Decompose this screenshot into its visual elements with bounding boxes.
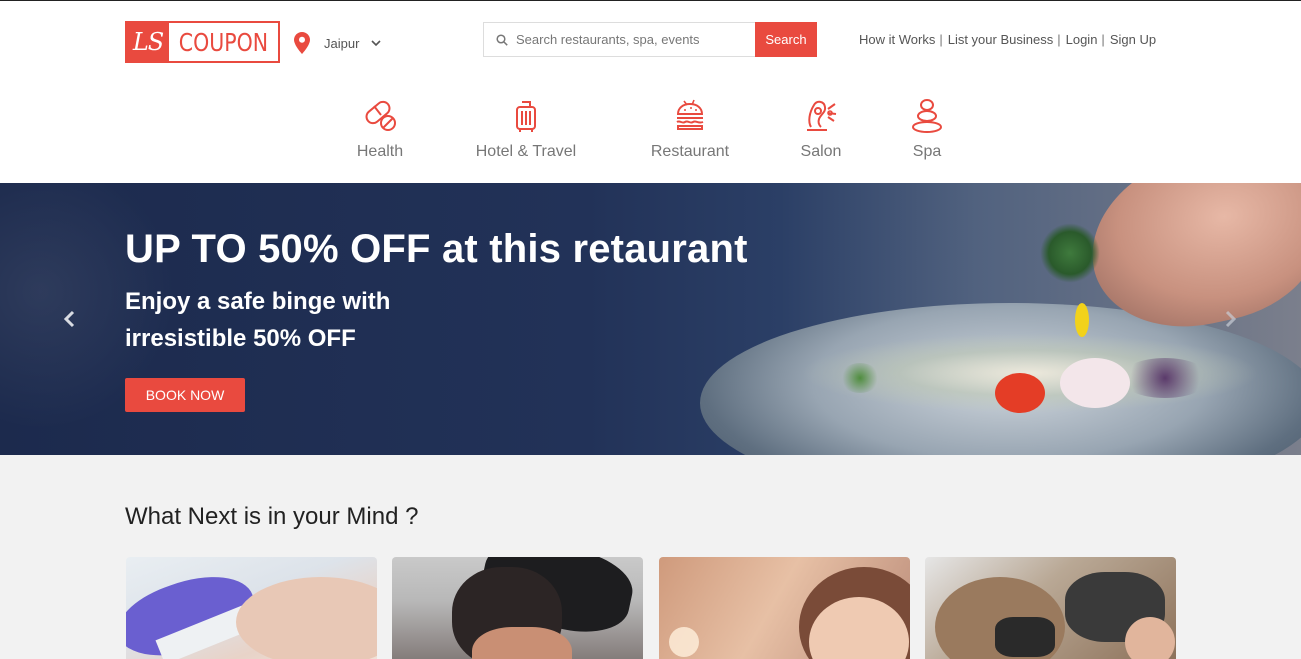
burger-icon bbox=[676, 99, 704, 130]
search-icon bbox=[496, 33, 508, 46]
header: LS COUPON Jaipur Search How it Works | Li… bbox=[0, 1, 1301, 81]
waxing-treatment-image bbox=[126, 557, 377, 659]
card-waxing[interactable] bbox=[126, 557, 377, 659]
food-garnish bbox=[995, 373, 1045, 413]
logo-mark: LS bbox=[127, 23, 170, 61]
location-city: Jaipur bbox=[324, 35, 360, 51]
nav-separator: | bbox=[939, 32, 943, 47]
logo[interactable]: LS COUPON bbox=[125, 21, 280, 63]
search-bar: Search bbox=[483, 22, 817, 57]
nav-list-business[interactable]: List your Business bbox=[948, 32, 1054, 47]
search-input[interactable] bbox=[516, 32, 746, 47]
food-garnish bbox=[840, 363, 880, 393]
pill-icon bbox=[365, 100, 396, 131]
nav-separator: | bbox=[1101, 32, 1105, 47]
mind-section: What Next is in your Mind ? bbox=[0, 455, 1301, 659]
salon-chair-icon bbox=[807, 100, 837, 131]
hero-title: UP TO 50% OFF at this retaurant bbox=[125, 227, 748, 271]
food-garnish bbox=[1060, 358, 1130, 408]
map-pin-icon bbox=[294, 32, 310, 54]
search-field bbox=[483, 22, 755, 57]
category-label: Health bbox=[356, 143, 404, 160]
search-button[interactable]: Search bbox=[755, 22, 817, 57]
nav-sign-up[interactable]: Sign Up bbox=[1110, 32, 1156, 47]
category-label: Restaurant bbox=[650, 143, 730, 160]
barber-haircut-image bbox=[392, 557, 643, 659]
section-title: What Next is in your Mind ? bbox=[125, 503, 419, 530]
category-bar: Health Hotel & Travel Restaurant Salon S… bbox=[0, 97, 1301, 183]
category-salon[interactable]: Salon bbox=[795, 97, 847, 161]
card-barber[interactable] bbox=[392, 557, 643, 659]
category-label: Salon bbox=[800, 143, 842, 160]
hero-subtitle: Enjoy a safe binge with irresistible 50%… bbox=[125, 288, 391, 352]
card-facial[interactable] bbox=[659, 557, 910, 659]
nav-login[interactable]: Login bbox=[1066, 32, 1098, 47]
nav-separator: | bbox=[1057, 32, 1061, 47]
card-hair-dry[interactable] bbox=[925, 557, 1176, 659]
nav-how-it-works[interactable]: How it Works bbox=[859, 32, 935, 47]
category-label: Hotel & Travel bbox=[475, 143, 577, 160]
logo-text: COUPON bbox=[178, 27, 269, 57]
chevron-down-icon bbox=[371, 39, 381, 46]
category-spa[interactable]: Spa bbox=[905, 97, 949, 161]
facial-treatment-image bbox=[659, 557, 910, 659]
food-garnish bbox=[1040, 223, 1100, 283]
hair-drying-image bbox=[925, 557, 1176, 659]
carousel-prev-icon[interactable] bbox=[62, 310, 78, 328]
food-garnish bbox=[1120, 358, 1210, 398]
food-garnish bbox=[1075, 303, 1089, 337]
hero-banner: UP TO 50% OFF at this retaurant Enjoy a … bbox=[0, 183, 1301, 455]
spa-stones-icon bbox=[912, 99, 942, 133]
carousel-next-icon[interactable] bbox=[1222, 310, 1238, 328]
location-selector[interactable]: Jaipur bbox=[294, 31, 381, 55]
category-label: Spa bbox=[912, 143, 942, 160]
book-now-button[interactable]: BOOK NOW bbox=[125, 378, 245, 412]
top-nav: How it Works | List your Business | Login |… bbox=[859, 32, 1156, 47]
category-hotel-travel[interactable]: Hotel & Travel bbox=[470, 97, 582, 161]
category-health[interactable]: Health bbox=[350, 97, 410, 161]
category-restaurant[interactable]: Restaurant bbox=[645, 97, 735, 161]
luggage-icon bbox=[516, 101, 536, 132]
